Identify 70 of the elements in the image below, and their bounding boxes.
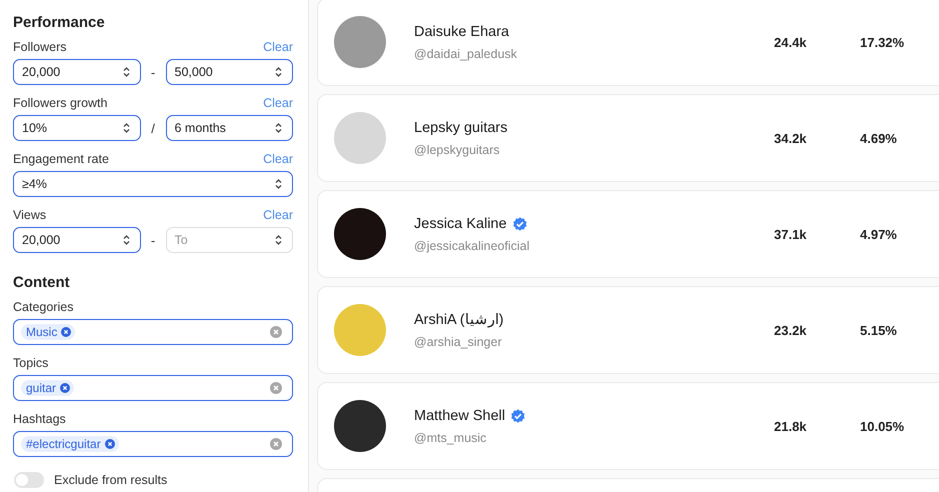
creator-name: Matthew Shell (414, 408, 506, 424)
creator-name: Lepsky guitars (414, 120, 508, 136)
chevrons-up-down-icon (275, 179, 282, 189)
clear-field-icon[interactable] (270, 438, 282, 450)
filter-label: Followers (13, 40, 66, 54)
creator-handle: @daidai_paledusk (414, 46, 518, 60)
chevrons-up-down-icon (122, 123, 130, 133)
chevrons-up-down-icon (275, 123, 282, 133)
followers-count: 21.8k (774, 418, 808, 434)
avatar-placeholder (334, 112, 386, 164)
creator-handle: @mts_music (414, 430, 488, 444)
avatar-placeholder (334, 16, 386, 68)
select-field[interactable]: 10% (13, 115, 140, 141)
select-field[interactable]: 50,000 (166, 59, 293, 85)
select-field[interactable]: 6 months (166, 115, 293, 141)
creator-card[interactable]: Lepsky guitars @lepskyguitars 34.2k 4.69% (317, 94, 939, 182)
remove-tag-icon[interactable] (104, 439, 115, 449)
chevrons-up-down-icon (122, 235, 130, 245)
remove-tag-icon[interactable] (60, 383, 70, 393)
toggle-label: Exclude from results (54, 473, 168, 487)
engagement-rate: 4.69% (860, 130, 898, 146)
avatar-placeholder (334, 208, 386, 260)
engagement-rate: 17.32% (860, 34, 906, 50)
tag-input-field[interactable]: Music (13, 319, 293, 345)
creator-card[interactable]: Jessica Kaline @jessicakalineoficial 37.1k 4.97% (317, 190, 939, 278)
engagement-rate: 4.97% (860, 226, 898, 242)
range-separator: / (150, 120, 156, 136)
tag-chip: #electricguitar (21, 436, 119, 452)
creator-handle: @jessicakalineoficial (414, 238, 531, 252)
filter-label: Topics (13, 356, 48, 370)
creator-card[interactable]: Matthew Shell @mts_music 21.8k 10.05% (317, 382, 939, 470)
clear-field-icon[interactable] (270, 326, 282, 338)
tag-input-field[interactable]: #electricguitar (13, 431, 293, 457)
followers-count: 23.2k (774, 322, 808, 338)
select-field[interactable]: 20,000 (13, 227, 140, 253)
section-heading: Performance (13, 14, 106, 33)
followers-count: 34.2k (774, 130, 808, 146)
creator-handle: @arshia_singer (414, 335, 503, 349)
tag-input-field[interactable]: guitar (13, 375, 293, 401)
select-field[interactable]: ≥4% (13, 171, 293, 197)
filter-label: Categories (13, 300, 74, 314)
clear-field-icon[interactable] (270, 382, 282, 394)
filter-label: Views (13, 208, 46, 222)
section-heading: Content (13, 274, 71, 293)
tag-chip: Music (21, 324, 76, 340)
remove-tag-icon[interactable] (61, 327, 72, 337)
followers-count: 37.1k (774, 226, 808, 242)
chevrons-up-down-icon (122, 67, 130, 77)
avatar-placeholder (334, 304, 386, 356)
verified-badge-icon (510, 408, 526, 424)
avatar-placeholder (334, 400, 386, 452)
creator-name: ArshiA (ارشیا) (414, 311, 504, 328)
tag-chip: guitar (21, 380, 74, 396)
creator-card[interactable]: Daisuke Ehara @daidai_paledusk 24.4k 17.32% (317, 0, 939, 86)
filter-label: Hashtags (13, 412, 66, 426)
verified-badge-icon (512, 216, 528, 232)
chevrons-up-down-icon (275, 235, 282, 245)
followers-count: 24.4k (774, 34, 808, 50)
engagement-rate: 10.05% (860, 418, 906, 434)
range-separator: - (150, 232, 156, 248)
select-field[interactable]: 20,000 (13, 59, 140, 85)
exclude-toggle[interactable] (14, 472, 44, 488)
creator-handle: @lepskyguitars (414, 142, 501, 156)
filter-label: Engagement rate (13, 152, 109, 166)
range-separator: - (150, 64, 156, 80)
filter-label: Followers growth (13, 96, 108, 110)
engagement-rate: 5.15% (860, 322, 898, 338)
chevrons-up-down-icon (275, 67, 282, 77)
creator-name: Jessica Kaline (414, 216, 507, 232)
creator-name: Daisuke Ehara (414, 24, 510, 40)
